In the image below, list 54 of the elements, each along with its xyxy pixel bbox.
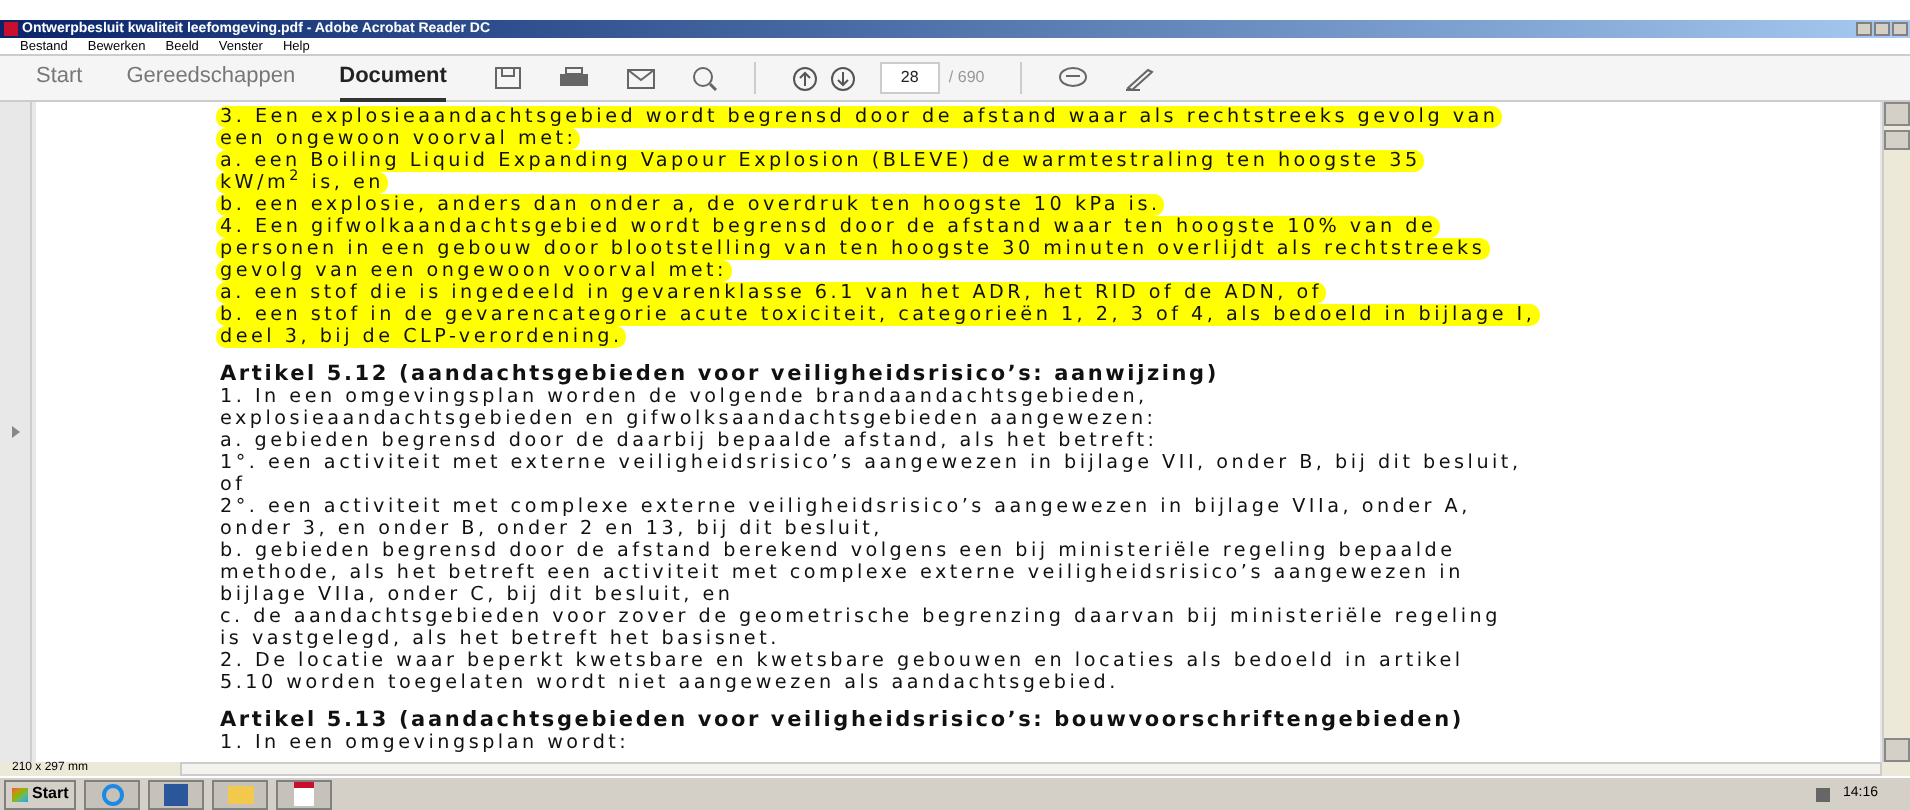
pdf-taskbar-icon[interactable] bbox=[276, 779, 333, 809]
horizontal-scrollbar[interactable] bbox=[180, 762, 1882, 776]
start-button[interactable]: Start bbox=[4, 779, 77, 809]
panel-toggle-icon[interactable] bbox=[11, 426, 19, 438]
highlighted-text: 3. Een explosieaandachtsgebied wordt begrensd door de afstand waar als rechtstreeks gevolg van bbox=[216, 106, 1503, 128]
comment-icon[interactable] bbox=[1058, 66, 1089, 90]
body-text: onder 3, en onder B, onder 2 en 13, bij dit besluit, bbox=[220, 518, 883, 540]
toolbar-tab[interactable]: Gereedschappen bbox=[126, 55, 296, 101]
pen-icon[interactable] bbox=[1124, 65, 1155, 91]
highlighted-text: deel 3, bij de CLP-verordening. bbox=[216, 326, 627, 348]
body-text: 2°. een activiteit met complexe externe veiligheidsrisico’s aangewezen in bijlage VIIa, onder A, bbox=[220, 496, 1471, 518]
highlighted-text: personen in een gebouw door blootstelling van ten hoogste 30 minuten overlijdt als rechtstreeks bbox=[216, 238, 1490, 260]
body-text: explosieaandachtsgebieden en gifwolksaandachtsgebieden aangewezen: bbox=[220, 408, 1157, 430]
highlighted-text: kW/m$^{2}$ is, en bbox=[216, 172, 388, 194]
save-icon[interactable] bbox=[494, 66, 523, 90]
windows-icon bbox=[12, 787, 28, 801]
body-text: 2. De locatie waar beperkt kwetsbare en kwetsbare gebouwen en locaties als bedoeld in artikel bbox=[220, 650, 1464, 672]
page-number-field[interactable]: 28 bbox=[880, 62, 941, 94]
mail-icon[interactable] bbox=[626, 67, 657, 89]
body-text: bijlage VIIa, onder C, bij dit besluit, en bbox=[220, 584, 734, 606]
highlighted-text: een ongewoon voorval met: bbox=[216, 128, 581, 150]
minimize-button[interactable] bbox=[1856, 22, 1872, 36]
close-button[interactable] bbox=[1892, 22, 1908, 36]
folder-taskbar-icon[interactable] bbox=[212, 779, 269, 809]
highlighted-text: b. een stof in de gevarencategorie acute toxiciteit, categorieën 1, 2, 3 of 4, als bedoeld in bijlage I, bbox=[216, 304, 1540, 326]
page-up-icon[interactable] bbox=[792, 65, 819, 91]
body-text: 1. In een omgevingsplan wordt: bbox=[220, 732, 630, 754]
print-icon[interactable] bbox=[558, 66, 591, 90]
browser-taskbar-icon[interactable] bbox=[84, 779, 141, 809]
body-text: methode, als het betreft een activiteit met complexe externe veiligheidsrisico’s aangewezen in bbox=[220, 562, 1464, 584]
highlighted-text: b. een explosie, anders dan onder a, de overdruk ten hoogste 10 kPa is. bbox=[216, 194, 1165, 216]
article-heading: Artikel 5.12 (aandachtsgebieden voor veiligheidsrisico’s: aanwijzing) bbox=[220, 362, 1219, 386]
body-text: of bbox=[220, 474, 246, 496]
page-down-icon[interactable] bbox=[830, 65, 857, 91]
highlighted-text: 4. Een gifwolkaandachtsgebied wordt begrensd door de afstand waar ten hoogste 10% van de bbox=[216, 216, 1441, 238]
body-text: 1°. een activiteit met externe veiligheidsrisico’s aangewezen in bijlage VII, onder B, bij dit besluit, bbox=[220, 452, 1522, 474]
body-text: c. de aandachtsgebieden voor zover de geometrische begrenzing daarvan bij ministeriële regeling bbox=[220, 606, 1501, 628]
restore-button[interactable] bbox=[1874, 22, 1890, 36]
body-text: b. gebieden begrensd door de afstand berekend volgens een bij ministeriële regeling bepaalde bbox=[220, 540, 1456, 562]
body-text: 5.10 worden toegelaten wordt niet aangewezen als aandachtsgebied. bbox=[220, 672, 1119, 694]
pdf-icon bbox=[4, 22, 18, 36]
body-text: 1. In een omgevingsplan worden de volgende brandaandachtsgebieden, bbox=[220, 386, 1148, 408]
vertical-scrollbar[interactable] bbox=[1882, 102, 1910, 762]
article-heading: Artikel 5.13 (aandachtsgebieden voor veiligheidsrisico’s: bouwvoorschriftengebieden) bbox=[220, 708, 1464, 732]
word-taskbar-icon[interactable] bbox=[148, 779, 205, 809]
body-text: is vastgelegd, als het betreft het basisnet. bbox=[220, 628, 780, 650]
page-total: / 690 bbox=[948, 66, 985, 90]
highlighted-text: gevolg van een ongewoon voorval met: bbox=[216, 260, 731, 282]
search-icon[interactable] bbox=[692, 65, 719, 91]
highlighted-text: a. een stof die is ingedeeld in gevarenklasse 6.1 van het ADR, het RID of de ADN, of bbox=[216, 282, 1326, 304]
toolbar-tab[interactable]: Start bbox=[36, 55, 83, 101]
highlighted-text: a. een Boiling Liquid Expanding Vapour Explosion (BLEVE) de warmtestraling ten hoogste 35 bbox=[216, 150, 1425, 172]
body-text: a. gebieden begrensd door de daarbij bepaalde afstand, als het betreft: bbox=[220, 430, 1158, 452]
scroll-thumb[interactable] bbox=[1884, 130, 1910, 150]
